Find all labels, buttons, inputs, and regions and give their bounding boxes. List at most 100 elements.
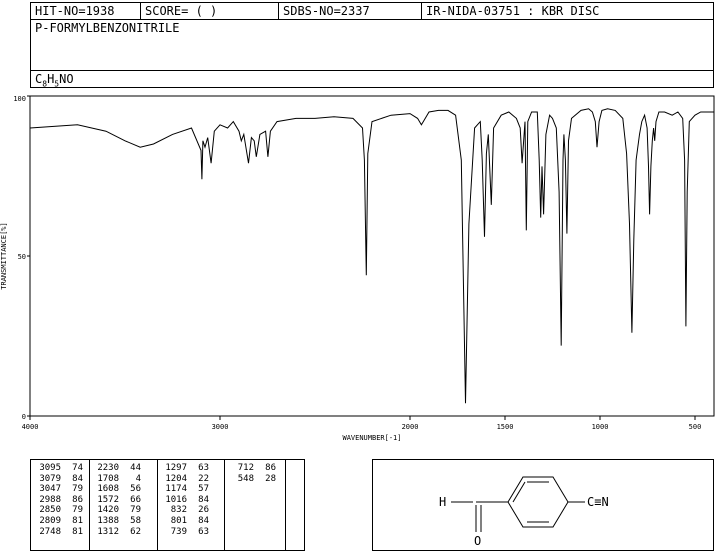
peak-column: 1297 63 1204 22 1174 57 1016 84 832 26 801 84 739 63: [159, 463, 209, 537]
peak-wavenumber: 1420: [97, 505, 119, 516]
peak-transmittance: 84: [198, 515, 209, 526]
peak-row: 712 86: [226, 463, 276, 474]
peak-col-divider: [285, 460, 286, 550]
peak-col-divider: [157, 460, 158, 550]
peak-wavenumber: 2230: [97, 463, 119, 473]
peak-transmittance: 84: [72, 473, 83, 484]
x-tick-label: 1500: [497, 423, 514, 431]
peak-row: 1608 56: [91, 484, 141, 495]
peak-transmittance: 63: [198, 526, 209, 537]
peak-wavenumber: 832: [170, 505, 187, 516]
peak-wavenumber: 1572: [97, 494, 119, 505]
hydrogen-atom: H: [439, 495, 446, 509]
peak-wavenumber: 548: [237, 473, 254, 484]
peak-table: 3095 74 3079 84 3047 79 2988 86 2850 79 2809 81 2748…: [30, 459, 305, 551]
peak-transmittance: 22: [198, 473, 209, 484]
x-tick-label: 500: [689, 423, 702, 431]
x-tick-label: 4000: [22, 423, 39, 431]
y-tick-label: 100: [13, 95, 26, 103]
peak-transmittance: 86: [72, 494, 83, 505]
peak-row: 2850 79: [33, 505, 83, 516]
peak-row: 2230 44: [91, 463, 141, 474]
peak-wavenumber: 739: [170, 526, 187, 537]
peak-row: 2809 81: [33, 516, 83, 527]
peak-transmittance: 84: [198, 494, 209, 505]
y-axis-label: TRANSMITTANCE[%]: [0, 222, 8, 289]
compound-name: P-FORMYLBENZONITRILE: [35, 21, 180, 35]
peak-transmittance: 28: [265, 473, 276, 484]
peak-transmittance: 62: [130, 526, 141, 537]
peak-table-body: 3095 74 3079 84 3047 79 2988 86 2850 79 2809 81 2748…: [31, 463, 306, 549]
peak-wavenumber: 1312: [97, 526, 119, 537]
peak-row: 2988 86: [33, 495, 83, 506]
peak-wavenumber: 2748: [39, 526, 61, 537]
transmittance-curve: [29, 108, 714, 404]
peak-transmittance: 86: [265, 463, 276, 473]
peak-row: 1016 84: [159, 495, 209, 506]
hit-number: HIT-NO=1938: [31, 3, 141, 20]
peak-wavenumber: 1708: [97, 473, 119, 484]
peak-row: 1204 22: [159, 474, 209, 485]
peak-wavenumber: 3095: [39, 463, 61, 473]
ir-spectrum-chart: 0 50 100 4000 3000 2000 1500 1000 500 WAVENUMBE…: [0, 95, 715, 442]
peak-wavenumber: 1388: [97, 515, 119, 526]
peak-row: 1312 62: [91, 527, 141, 538]
peak-transmittance: 66: [130, 494, 141, 505]
peak-wavenumber: 3079: [39, 473, 61, 484]
peak-row: 3047 79: [33, 484, 83, 495]
molecular-formula: C8H5NO: [35, 72, 74, 91]
x-tick-label: 3000: [212, 423, 229, 431]
peak-row: 1388 58: [91, 516, 141, 527]
peak-wavenumber: 2988: [39, 494, 61, 505]
peak-row: 548 28: [226, 474, 276, 485]
peak-column: 3095 74 3079 84 3047 79 2988 86 2850 79 2809 81 2748…: [33, 463, 83, 537]
peak-wavenumber: 2809: [39, 515, 61, 526]
peak-row: 1572 66: [91, 495, 141, 506]
x-tick-label: 1000: [592, 423, 609, 431]
ir-info: IR-NIDA-03751 : KBR DISC: [426, 4, 600, 18]
peak-wavenumber: 1608: [97, 484, 119, 495]
peak-row: 1297 63: [159, 463, 209, 474]
peak-transmittance: 56: [130, 484, 141, 495]
structure-box: H O C≡N: [372, 459, 714, 551]
ring-double-bond: [512, 481, 526, 503]
peak-transmittance: 44: [130, 463, 141, 473]
peak-wavenumber: 2850: [39, 505, 61, 516]
peak-wavenumber: 1297: [165, 463, 187, 473]
peak-transmittance: 4: [135, 473, 141, 484]
peak-transmittance: 81: [72, 526, 83, 537]
peak-row: 3095 74: [33, 463, 83, 474]
peak-wavenumber: 3047: [39, 484, 61, 495]
x-axis-label: WAVENUMBER[-1]: [342, 434, 401, 442]
y-tick-label: 50: [18, 253, 26, 261]
peak-column: 712 86 548 28: [226, 463, 276, 484]
header-box: HIT-NO=1938 SCORE= ( ) SDBS-NO=2337 IR-N…: [30, 2, 714, 88]
peak-transmittance: 79: [130, 505, 141, 516]
nitrile-group: C≡N: [587, 495, 609, 509]
peak-transmittance: 79: [72, 505, 83, 516]
peak-col-divider: [224, 460, 225, 550]
peak-row: 1174 57: [159, 484, 209, 495]
peak-transmittance: 74: [72, 463, 83, 473]
peak-transmittance: 79: [72, 484, 83, 495]
peak-row: 832 26: [159, 505, 209, 516]
peak-row: 801 84: [159, 516, 209, 527]
x-axis-ticks: 4000 3000 2000 1500 1000 500: [22, 416, 702, 431]
peak-transmittance: 63: [198, 463, 209, 473]
peak-transmittance: 81: [72, 515, 83, 526]
oxygen-atom: O: [474, 534, 481, 548]
y-axis-ticks: 0 50 100: [13, 95, 30, 421]
header-divider: [31, 19, 713, 20]
peak-row: 3079 84: [33, 474, 83, 485]
benzene-ring: [507, 476, 569, 528]
peak-row: 1420 79: [91, 505, 141, 516]
molecule-structure: H O C≡N: [439, 476, 609, 548]
peak-row: 1708 4: [91, 474, 141, 485]
peak-column: 2230 44 1708 4 1608 56 1572 66 1420 79 1388 58 1312 6…: [91, 463, 141, 537]
peak-transmittance: 57: [198, 484, 209, 495]
peak-wavenumber: 1016: [165, 494, 187, 505]
sdbs-number: SDBS-NO=2337: [279, 3, 422, 20]
peak-wavenumber: 1204: [165, 473, 187, 484]
score: SCORE= ( ): [141, 3, 279, 20]
peak-transmittance: 26: [198, 505, 209, 516]
